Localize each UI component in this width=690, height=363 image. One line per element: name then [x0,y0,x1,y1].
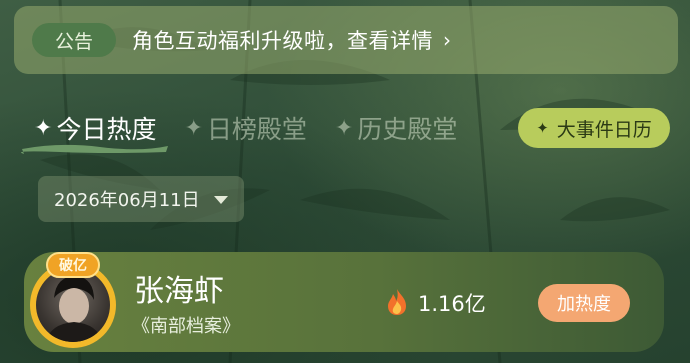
sparkle-icon: ✦ [34,115,53,141]
add-heat-button[interactable]: 加热度 [538,284,630,322]
tab-history-hall[interactable]: ✦ 历史殿堂 [335,110,457,146]
notice-text: 角色互动福利升级啦，查看详情 [132,29,433,53]
tab-label: 今日热度 [56,115,157,144]
notice-tag: 公告 [32,23,116,57]
status-badge: 破亿 [46,252,100,278]
sparkle-icon: ✦ [184,115,203,141]
event-calendar-button[interactable]: ✦ 大事件日历 [518,108,670,148]
tab-label: 日榜殿堂 [206,115,307,144]
sparkle-icon: ✦ [334,115,354,141]
tab-label: 历史殿堂 [357,115,458,144]
ranking-tabs: ✦ 今日热度 ✦ 日榜殿堂 ✦ 历史殿堂 [20,106,485,154]
chevron-right-icon: › [443,28,451,52]
caret-down-icon [214,196,228,204]
character-name: 张海虾 [134,274,224,309]
flame-icon [388,289,406,315]
tab-daily-hall[interactable]: ✦ 日榜殿堂 [184,110,306,146]
event-calendar-label: 大事件日历 [556,118,652,141]
tab-today-heat[interactable]: ✦ 今日热度 [20,110,168,154]
avatar-image [36,268,110,342]
heat-value: 1.16亿 [418,292,486,316]
sparkle-icon: ✦ [536,119,549,137]
notice-bar[interactable]: 公告 角色互动福利升级啦，查看详情 › [14,6,678,74]
date-select[interactable]: 2026年06月11日 [38,176,244,222]
date-value: 2026年06月11日 [54,190,200,211]
show-title: 《南部档案》 [132,316,240,337]
